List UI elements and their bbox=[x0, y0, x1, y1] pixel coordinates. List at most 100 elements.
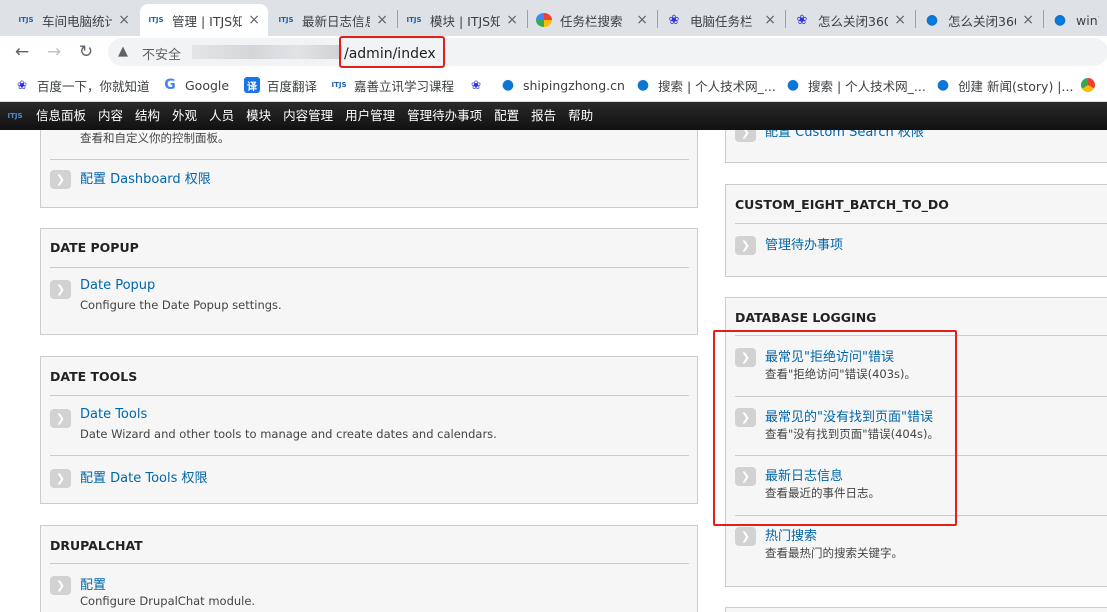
bookmark-item[interactable]: ● shipingzhong.cn bbox=[500, 76, 625, 94]
admin-menu-todo[interactable]: 管理待办事项 bbox=[401, 102, 488, 130]
tab-title: 模块 | ITJS知 bbox=[430, 13, 501, 29]
blurred-host bbox=[192, 45, 342, 59]
admin-menu-user-management[interactable]: 用户管理 bbox=[339, 102, 401, 130]
drupal-icon: ● bbox=[636, 77, 650, 93]
url-highlight-box bbox=[339, 36, 445, 68]
address-bar[interactable]: ▲ 不安全 /admin/index bbox=[108, 38, 1107, 66]
panel-title: DRUPALCHAT bbox=[50, 538, 143, 553]
admin-menu-content[interactable]: 内容 bbox=[92, 102, 129, 130]
itjs-icon: ITJS bbox=[331, 81, 347, 89]
close-icon[interactable]: × bbox=[248, 12, 260, 28]
panel-title: DATE TOOLS bbox=[50, 369, 138, 384]
admin-menu-dashboard[interactable]: 信息面板 bbox=[30, 102, 92, 130]
divider bbox=[50, 267, 689, 268]
admin-menu-people[interactable]: 人员 bbox=[203, 102, 240, 130]
admin-link[interactable]: Date Popup bbox=[80, 278, 155, 293]
admin-link[interactable]: 配置 Date Tools 权限 bbox=[80, 467, 208, 486]
admin-link[interactable]: 管理待办事项 bbox=[765, 234, 843, 253]
close-icon[interactable]: × bbox=[894, 12, 906, 28]
admin-index-content: 查看和自定义你的控制面板。 ❯ 配置 Dashboard 权限 DATE POP… bbox=[0, 130, 1107, 612]
chevron-right-icon[interactable]: ❯ bbox=[50, 469, 71, 488]
chevron-right-icon[interactable]: ❯ bbox=[735, 527, 756, 546]
itjs-logo-icon[interactable]: ITJS bbox=[0, 102, 30, 130]
bookmark-item[interactable] bbox=[1081, 76, 1102, 94]
bookmark-item[interactable]: G Google bbox=[162, 76, 229, 94]
tab-3[interactable]: ITJS 模块 | ITJS知 × bbox=[398, 4, 526, 36]
tab-title: 车间电脑统计 bbox=[42, 13, 113, 29]
bookmark-item[interactable]: ITJS 嘉善立讯学习课程 bbox=[331, 76, 454, 94]
chevron-right-icon[interactable]: ❯ bbox=[50, 280, 71, 299]
reload-icon[interactable]: ↻ bbox=[74, 40, 98, 64]
tab-title: 任务栏搜索 bbox=[560, 13, 623, 29]
chevron-right-icon[interactable]: ❯ bbox=[735, 130, 756, 142]
bookmark-label: 创建 新闻(story) |... bbox=[958, 78, 1074, 94]
admin-menu-structure[interactable]: 结构 bbox=[129, 102, 166, 130]
chevron-right-icon[interactable]: ❯ bbox=[50, 576, 71, 595]
tab-title: 最新日志信息 bbox=[302, 13, 371, 29]
admin-link[interactable]: 配置 Custom Search 权限 bbox=[765, 130, 924, 140]
admin-link[interactable]: 配置 Dashboard 权限 bbox=[80, 168, 211, 187]
warning-triangle-icon[interactable]: ▲ bbox=[118, 44, 128, 59]
admin-menu-content-management[interactable]: 内容管理 bbox=[277, 102, 339, 130]
tab-title: win7 bbox=[1076, 12, 1099, 28]
bookmark-label: shipingzhong.cn bbox=[523, 77, 625, 93]
tab-8[interactable]: ● win7 bbox=[1044, 4, 1107, 36]
tab-7[interactable]: ● 怎么关闭360 × bbox=[916, 4, 1042, 36]
back-arrow-icon[interactable]: ← bbox=[10, 40, 34, 64]
drupal-icon: ● bbox=[786, 77, 800, 93]
drupalchat-panel: DRUPALCHAT ❯ 配置 Configure DrupalChat mod… bbox=[40, 525, 698, 612]
close-icon[interactable]: × bbox=[636, 12, 648, 28]
tab-0[interactable]: ITJS 车间电脑统计 × bbox=[10, 4, 138, 36]
tab-6[interactable]: ❀ 怎么关闭360 × bbox=[786, 4, 914, 36]
divider bbox=[50, 455, 689, 456]
dashboard-panel: 查看和自定义你的控制面板。 ❯ 配置 Dashboard 权限 bbox=[40, 130, 698, 208]
bookmark-item[interactable]: ● 创建 新闻(story) |... bbox=[935, 76, 1074, 94]
close-icon[interactable]: × bbox=[1022, 12, 1034, 28]
bookmark-item[interactable]: ● 搜索 | 个人技术网_... bbox=[635, 76, 776, 94]
admin-item-description: Date Wizard and other tools to manage an… bbox=[80, 427, 497, 441]
admin-link[interactable]: 热门搜索 bbox=[765, 525, 817, 544]
bookmark-item[interactable]: ❀ bbox=[468, 76, 491, 94]
close-icon[interactable]: × bbox=[118, 12, 130, 28]
admin-menu-help[interactable]: 帮助 bbox=[562, 102, 599, 130]
bookmark-label: 百度翻译 bbox=[267, 78, 318, 94]
bookmark-label: Google bbox=[185, 77, 230, 93]
circle-favicon-icon bbox=[536, 13, 552, 27]
address-row: ← → ↻ ▲ 不安全 /admin/index bbox=[0, 36, 1107, 68]
chevron-right-icon[interactable]: ❯ bbox=[50, 170, 71, 189]
chevron-right-icon[interactable]: ❯ bbox=[735, 236, 756, 255]
next-panel-edge bbox=[725, 607, 1107, 612]
baidu-paw-favicon-icon: ❀ bbox=[668, 12, 680, 28]
admin-menu-reports[interactable]: 报告 bbox=[525, 102, 562, 130]
admin-menu-bar: ITJS 信息面板 内容 结构 外观 人员 模块 内容管理 用户管理 管理待办事… bbox=[0, 102, 1107, 130]
drupal-favicon-icon: ● bbox=[1053, 12, 1067, 28]
custom-search-panel: ❯ 配置 Custom Search 权限 bbox=[725, 130, 1107, 163]
close-icon[interactable]: × bbox=[376, 12, 388, 28]
security-label[interactable]: 不安全 bbox=[142, 44, 181, 63]
drupal-icon: ● bbox=[936, 77, 950, 93]
divider bbox=[50, 395, 689, 396]
bookmark-item[interactable]: 译 百度翻译 bbox=[244, 76, 317, 94]
tab-5[interactable]: ❀ 电脑任务栏 × bbox=[658, 4, 784, 36]
tab-title: 怎么关闭360 bbox=[948, 13, 1017, 29]
admin-menu-config[interactable]: 配置 bbox=[488, 102, 525, 130]
chevron-right-icon[interactable]: ❯ bbox=[50, 409, 71, 428]
admin-menu-appearance[interactable]: 外观 bbox=[166, 102, 203, 130]
itjs-favicon-icon: ITJS bbox=[278, 16, 294, 24]
admin-item-description: Configure DrupalChat module. bbox=[80, 594, 256, 608]
admin-link[interactable]: Date Tools bbox=[80, 407, 147, 422]
close-icon[interactable]: × bbox=[764, 12, 776, 28]
bookmark-label: 百度一下，你就知道 bbox=[37, 78, 150, 94]
admin-menu-modules[interactable]: 模块 bbox=[240, 102, 277, 130]
tab-title: 怎么关闭360 bbox=[818, 13, 889, 29]
bookmark-item[interactable]: ❀ 百度一下，你就知道 bbox=[14, 76, 150, 94]
tab-2[interactable]: ITJS 最新日志信息 × bbox=[270, 4, 396, 36]
highlight-box bbox=[713, 330, 957, 526]
divider bbox=[50, 159, 689, 160]
tab-1-active[interactable]: ITJS 管理 | ITJS知 × bbox=[140, 4, 268, 36]
admin-link[interactable]: 配置 bbox=[80, 574, 106, 593]
tab-4[interactable]: 任务栏搜索 × bbox=[528, 4, 656, 36]
bookmark-item[interactable]: ● 搜索 | 个人技术网_... bbox=[785, 76, 926, 94]
close-icon[interactable]: × bbox=[506, 12, 518, 28]
forward-arrow-icon[interactable]: → bbox=[42, 40, 66, 64]
